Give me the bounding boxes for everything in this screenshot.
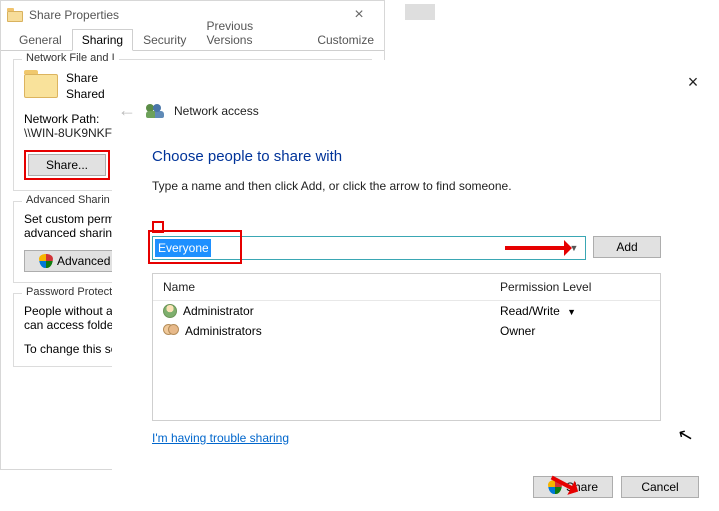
network-access-wizard: × ← Network access Choose people to shar… — [112, 60, 717, 510]
share-name: Share — [66, 70, 105, 86]
share-button[interactable]: Share... — [28, 154, 106, 176]
trouble-sharing-link[interactable]: I'm having trouble sharing — [152, 431, 661, 445]
wizard-header: ← Network access — [118, 100, 259, 121]
row-permission: Owner — [500, 324, 650, 338]
shield-icon — [39, 254, 53, 268]
people-icon — [146, 104, 164, 118]
perm-label: Read/Write — [500, 304, 560, 318]
wizard-heading: Choose people to share with — [152, 148, 661, 165]
titlebar[interactable]: Share Properties × — [1, 1, 384, 29]
close-button[interactable]: × — [675, 68, 711, 96]
row-name: Administrator — [183, 304, 500, 318]
wizard-subtext: Type a name and then click Add, or click… — [152, 179, 661, 193]
wizard-content: Choose people to share with Type a name … — [152, 148, 661, 445]
list-row[interactable]: Administrator Read/Write ▼ — [153, 301, 660, 321]
tab-previous-versions[interactable]: Previous Versions — [196, 15, 307, 51]
tab-security[interactable]: Security — [133, 29, 196, 51]
folder-icon — [24, 70, 58, 100]
list-row[interactable]: Administrators Owner — [153, 321, 660, 341]
highlight-box: Share... — [24, 150, 110, 180]
column-name[interactable]: Name — [163, 280, 500, 294]
group-legend: Password Protecti — [22, 286, 119, 298]
add-button[interactable]: Add — [593, 236, 661, 258]
folder-icon — [7, 8, 23, 22]
tab-sharing[interactable]: Sharing — [72, 29, 133, 51]
tabstrip: General Sharing Security Previous Versio… — [1, 29, 384, 51]
wizard-title: Network access — [174, 104, 259, 118]
users-icon — [163, 324, 179, 338]
highlight-box — [148, 230, 242, 264]
advanced-sharing-button[interactable]: Advanced — [24, 250, 125, 272]
close-button[interactable]: × — [340, 6, 378, 24]
share-status: Shared — [66, 86, 105, 102]
group-legend: Advanced Sharin — [22, 194, 114, 206]
list-header: Name Permission Level — [153, 274, 660, 301]
user-icon — [163, 304, 177, 318]
tab-customize[interactable]: Customize — [307, 29, 384, 51]
tab-general[interactable]: General — [9, 29, 72, 51]
advanced-button-label: Advanced — [57, 254, 110, 268]
group-legend: Network File and I — [22, 52, 119, 64]
background-fragment — [405, 4, 435, 20]
user-list: Name Permission Level Administrator Read… — [152, 273, 661, 421]
cancel-button[interactable]: Cancel — [621, 476, 699, 498]
column-permission[interactable]: Permission Level — [500, 280, 650, 294]
row-name: Administrators — [185, 324, 500, 338]
back-arrow-icon[interactable]: ← — [118, 100, 136, 121]
chevron-down-icon: ▼ — [567, 307, 576, 317]
annotation-arrow — [505, 246, 570, 250]
row-permission[interactable]: Read/Write ▼ — [500, 304, 650, 318]
link-text: I'm having trouble sharing — [152, 431, 289, 445]
